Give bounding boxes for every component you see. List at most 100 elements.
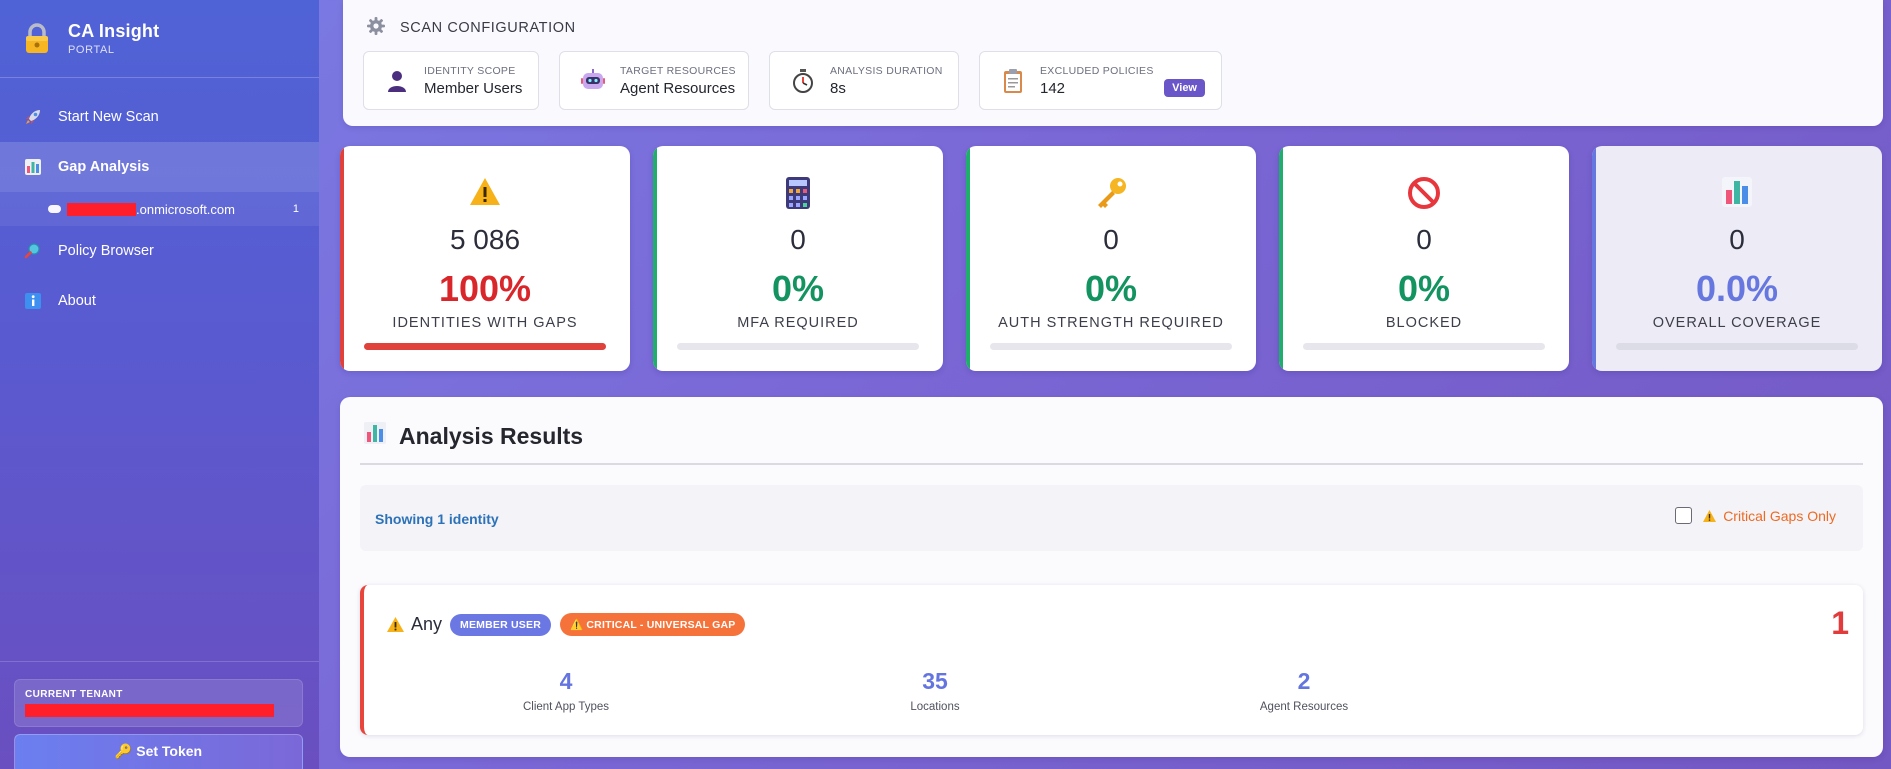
showing-count: Showing 1 identity: [375, 511, 499, 527]
set-token-button[interactable]: 🔑 Set Token: [14, 734, 303, 769]
sidebar-item-label: About: [58, 293, 96, 309]
stat-label: OVERALL COVERAGE: [1652, 315, 1822, 331]
critical-gaps-checkbox[interactable]: [1675, 507, 1693, 524]
identity-name: Any: [411, 614, 443, 634]
key-icon: [966, 176, 1256, 212]
stat-label: IDENTITIES WITH GAPS: [392, 315, 578, 331]
member-user-badge: MEMBER USER: [450, 613, 551, 636]
analysis-results-header: Analysis Results: [363, 421, 583, 451]
config-label: EXCLUDED POLICIES: [1040, 64, 1154, 77]
identity-gap-count: 1: [1831, 605, 1849, 641]
stat-percentage: 0.0%: [1695, 268, 1779, 309]
metric-value: 4: [559, 668, 573, 694]
stat-percentage: 0%: [771, 268, 825, 309]
scan-configuration-title: SCAN CONFIGURATION: [400, 20, 576, 36]
gear-icon: [366, 16, 386, 40]
config-value: 142: [1040, 79, 1066, 97]
stat-label: AUTH STRENGTH REQUIRED: [998, 315, 1224, 331]
stat-count: 0: [1729, 224, 1745, 255]
stat-progress-fill: [364, 343, 606, 350]
current-tenant-label: CURRENT TENANT: [25, 689, 123, 700]
stat-percentage: 0%: [1397, 268, 1451, 309]
config-label: IDENTITY SCOPE: [424, 64, 516, 77]
app-subtitle: PORTAL: [68, 44, 115, 56]
sidebar-item-label: Policy Browser: [58, 243, 154, 259]
sidebar-nav: Start New Scan Gap Analysis .onmicrosoft…: [0, 92, 319, 326]
config-label: TARGET RESOURCES: [620, 64, 736, 77]
brand: CA Insight PORTAL: [0, 0, 319, 78]
stopwatch-icon: [790, 68, 816, 94]
cloud-icon: [48, 205, 61, 213]
results-filter-bar: Showing 1 identity Critical Gaps Only: [360, 485, 1863, 551]
target-resources-card: TARGET RESOURCES Agent Resources: [559, 51, 749, 110]
sidebar-divider: [0, 661, 319, 662]
app-title: CA Insight: [68, 21, 160, 41]
stat-card-auth-strength-required: 0 0% AUTH STRENGTH REQUIRED: [966, 146, 1256, 371]
magnifier-icon: [22, 240, 44, 262]
results-divider: [360, 463, 1863, 465]
stat-label: BLOCKED: [1385, 315, 1463, 331]
tenant-count: 1: [292, 203, 299, 215]
sidebar-item-start-new-scan[interactable]: Start New Scan: [0, 92, 319, 142]
metric-locations: 35 Locations: [835, 668, 1035, 713]
lock-icon: [22, 22, 52, 55]
sidebar-subitem-tenant[interactable]: .onmicrosoft.com 1: [0, 192, 319, 226]
sidebar-item-label: Gap Analysis: [58, 159, 150, 175]
stat-label: MFA REQUIRED: [737, 315, 859, 331]
config-value: Member Users: [424, 79, 523, 97]
metric-label: Locations: [910, 701, 960, 713]
bar-chart-icon: [22, 156, 44, 178]
analysis-results-title: Analysis Results: [399, 422, 584, 449]
stat-card-blocked: 0 0% BLOCKED: [1279, 146, 1569, 371]
analysis-duration-card: ANALYSIS DURATION 8s: [769, 51, 959, 110]
bar-chart-icon: [363, 421, 387, 451]
stat-card-identities-with-gaps: 5 086 100% IDENTITIES WITH GAPS: [340, 146, 630, 371]
sidebar-item-gap-analysis[interactable]: Gap Analysis: [0, 142, 319, 192]
stat-progress-track: [364, 343, 606, 350]
current-tenant-box: CURRENT TENANT: [14, 679, 303, 727]
metric-value: 35: [922, 668, 948, 694]
warning-icon: [1702, 509, 1717, 523]
sidebar: CA Insight PORTAL Start New Scan Gap Ana…: [0, 0, 319, 769]
user-icon: [384, 68, 410, 94]
robot-icon: [580, 68, 606, 94]
identity-card[interactable]: Any MEMBER USER ⚠️ CRITICAL - UNIVERSAL …: [360, 585, 1863, 735]
critical-gap-badge: ⚠️ CRITICAL - UNIVERSAL GAP: [560, 613, 746, 636]
metric-agent-resources: 2 Agent Resources: [1204, 668, 1404, 713]
calculator-icon: [653, 176, 943, 212]
stat-progress-track: [990, 343, 1232, 350]
metric-label: Client App Types: [522, 701, 610, 713]
metric-label: Agent Resources: [1259, 701, 1349, 713]
sidebar-item-label: Start New Scan: [58, 109, 159, 125]
scan-configuration-header: SCAN CONFIGURATION: [366, 16, 576, 40]
redacted-text: [67, 202, 136, 216]
analysis-results-panel: Analysis Results Showing 1 identity Crit…: [340, 397, 1883, 757]
metric-client-app-types: 4 Client App Types: [466, 668, 666, 713]
tenant-domain-suffix: .onmicrosoft.com: [136, 201, 235, 217]
sidebar-item-policy-browser[interactable]: Policy Browser: [0, 226, 319, 276]
stat-count: 5 086: [449, 224, 521, 255]
stat-progress-track: [1616, 343, 1858, 350]
scan-configuration-panel: SCAN CONFIGURATION IDENTITY SCOPE Member…: [343, 0, 1883, 126]
info-icon: [22, 290, 44, 312]
metric-value: 2: [1297, 668, 1311, 694]
bar-chart-icon: [1592, 176, 1882, 212]
stat-count: 0: [1416, 224, 1432, 255]
identity-header: Any MEMBER USER ⚠️ CRITICAL - UNIVERSAL …: [386, 613, 754, 636]
stat-card-overall-coverage: 0 0.0% OVERALL COVERAGE: [1592, 146, 1882, 371]
config-label: ANALYSIS DURATION: [830, 64, 943, 77]
critical-gaps-filter[interactable]: Critical Gaps Only: [1675, 507, 1836, 524]
stat-percentage: 0%: [1084, 268, 1138, 309]
config-value: 8s: [830, 79, 846, 97]
rocket-icon: [22, 106, 44, 128]
view-excluded-policies-button[interactable]: View: [1164, 79, 1205, 97]
identity-scope-card: IDENTITY SCOPE Member Users: [363, 51, 539, 110]
critical-gaps-label: Critical Gaps Only: [1723, 507, 1836, 524]
config-value: Agent Resources: [620, 79, 736, 97]
excluded-policies-card: EXCLUDED POLICIES 142 View: [979, 51, 1222, 110]
prohibited-icon: [1279, 176, 1569, 212]
stat-count: 0: [1103, 224, 1119, 255]
redacted-tenant-name: [25, 704, 274, 717]
sidebar-item-about[interactable]: About: [0, 276, 319, 326]
stat-progress-track: [1303, 343, 1545, 350]
